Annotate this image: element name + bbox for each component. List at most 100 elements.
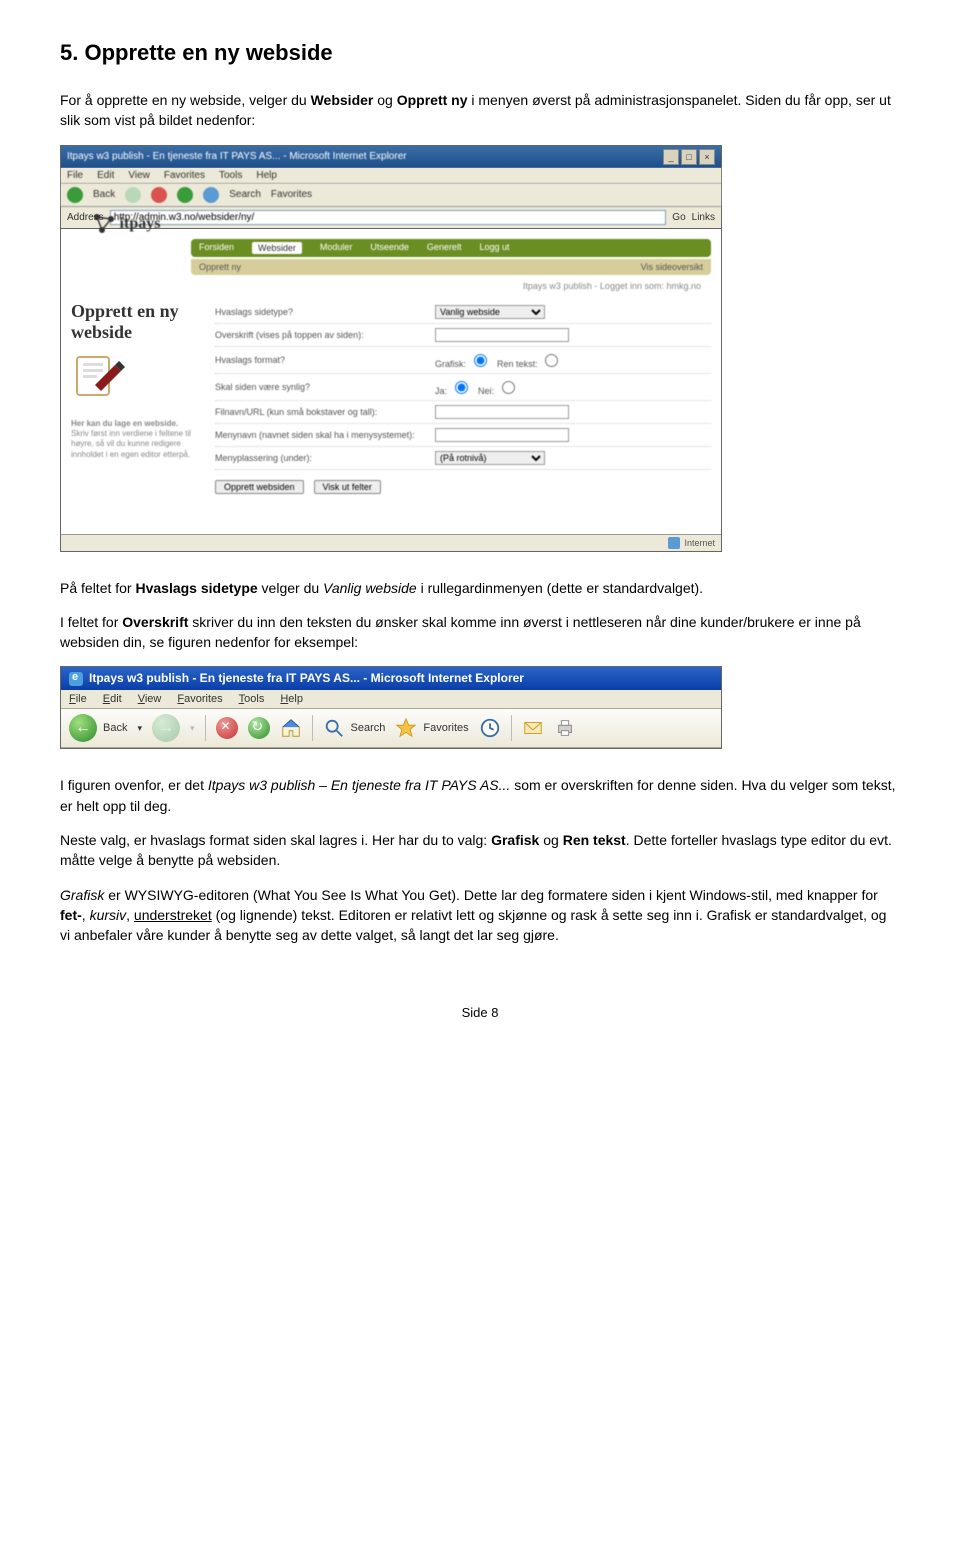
close-icon[interactable]: × (699, 149, 715, 165)
address-input[interactable] (110, 210, 667, 225)
maximize-icon[interactable]: □ (681, 149, 697, 165)
form-label: Skal siden være synlig? (215, 382, 435, 392)
hint-box: Her kan du lage en webside. Skriv først … (71, 419, 201, 461)
menynavn-input[interactable] (435, 428, 569, 442)
page-pencil-icon (71, 351, 131, 401)
text: Neste valg, er hvaslags format siden ska… (60, 832, 491, 848)
window-title: Itpays w3 publish - En tjeneste fra IT P… (89, 671, 524, 685)
paragraph-sidetype: På feltet for Hvaslags sidetype velger d… (60, 578, 900, 598)
print-icon[interactable] (554, 717, 576, 739)
page-footer: Side 8 (60, 1005, 900, 1020)
text-bold: fet- (60, 907, 82, 923)
nav-item[interactable]: Generelt (427, 242, 462, 254)
text-italic: Vanlig webside (323, 580, 417, 596)
menu-item[interactable]: Favorites (164, 170, 205, 181)
refresh-icon[interactable] (248, 717, 270, 739)
visk-ut-button[interactable]: Visk ut felter (314, 480, 381, 494)
intro-paragraph: For å opprette en ny webside, velger du … (60, 90, 900, 131)
panel-left: Opprett en ny webside Her kan du lage en… (71, 301, 201, 494)
sub-nav: Opprett ny Vis sideoversikt (191, 259, 711, 275)
nav-item[interactable]: Forsiden (199, 242, 234, 254)
text: og (373, 92, 396, 108)
back-label: Back (103, 722, 127, 734)
paragraph-format: Neste valg, er hvaslags format siden ska… (60, 830, 900, 871)
nav-item[interactable]: Logg ut (479, 242, 509, 254)
text: og (539, 832, 562, 848)
favorites-icon[interactable] (395, 717, 417, 739)
text-bold: Opprett ny (397, 92, 468, 108)
opprett-button[interactable]: Opprett websiden (215, 480, 304, 494)
paragraph-overskrift: I feltet for Overskrift skriver du inn d… (60, 612, 900, 653)
menu-tools[interactable]: Tools (239, 693, 265, 705)
menu-item[interactable]: Help (256, 170, 277, 181)
menubar: File Edit View Favorites Tools Help (61, 690, 721, 709)
menu-item[interactable]: Tools (219, 170, 242, 181)
text: , (126, 907, 134, 923)
text: For å opprette en ny webside, velger du (60, 92, 311, 108)
menu-edit[interactable]: Edit (103, 693, 122, 705)
internet-zone-icon (668, 537, 680, 549)
back-icon[interactable]: ← (69, 714, 97, 742)
menu-favorites[interactable]: Favorites (177, 693, 222, 705)
text: i rullegardinmenyen (dette er standardva… (417, 580, 703, 596)
form-label: Hvaslags sidetype? (215, 307, 435, 317)
home-icon[interactable] (280, 717, 302, 739)
menu-view[interactable]: View (138, 693, 162, 705)
status-text: Internet (684, 538, 715, 548)
logo: itpays (71, 199, 181, 249)
menyplassering-select[interactable]: (På rotnivå) (435, 451, 545, 465)
page-content: itpays Forsiden Websider Moduler Utseend… (61, 229, 721, 534)
nav-item[interactable]: Moduler (320, 242, 353, 254)
text-underline: understreket (134, 907, 212, 923)
go-button[interactable]: Go (672, 212, 685, 223)
filnavn-input[interactable] (435, 405, 569, 419)
minimize-icon[interactable]: _ (663, 149, 679, 165)
text: På feltet for (60, 580, 135, 596)
search-icon[interactable] (323, 717, 345, 739)
main-nav: Forsiden Websider Moduler Utseende Gener… (191, 239, 711, 257)
search-label: Search (351, 722, 386, 734)
subnav-item[interactable]: Opprett ny (199, 262, 241, 272)
menu-item[interactable]: View (128, 170, 150, 181)
menu-file[interactable]: File (69, 693, 87, 705)
menu-help[interactable]: Help (280, 693, 303, 705)
titlebar: Itpays w3 publish - En tjeneste fra IT P… (61, 667, 721, 690)
nav-item-active[interactable]: Websider (252, 242, 302, 254)
history-icon[interactable] (479, 717, 501, 739)
toolbar: ← Back ▾ → ▾ Search Favorites (61, 709, 721, 748)
menu-item[interactable]: File (67, 170, 83, 181)
format-radio-grafisk[interactable] (474, 354, 487, 367)
home-icon[interactable] (203, 187, 219, 203)
stop-icon[interactable] (216, 717, 238, 739)
paragraph-caption: I figuren ovenfor, er det Itpays w3 publ… (60, 775, 900, 816)
synlig-radio-nei[interactable] (502, 381, 515, 394)
links-label[interactable]: Links (692, 212, 715, 223)
section-heading: 5. Opprette en ny webside (60, 40, 900, 66)
text: , (82, 907, 90, 923)
paragraph-grafisk: Grafisk er WYSIWYG-editoren (What You Se… (60, 885, 900, 946)
forward-icon[interactable]: → (152, 714, 180, 742)
form-panel: Opprett en ny webside Her kan du lage en… (71, 301, 711, 494)
titlebar: Itpays w3 publish - En tjeneste fra IT P… (61, 146, 721, 168)
search-label[interactable]: Search (229, 189, 261, 200)
synlig-radio-ja[interactable] (455, 381, 468, 394)
text: I figuren ovenfor, er det (60, 777, 208, 793)
overskrift-input[interactable] (435, 328, 569, 342)
loggedin-text: Itpays w3 publish - Logget inn som: hmkg… (71, 281, 701, 291)
panel-right: Hvaslags sidetype?Vanlig webside Overskr… (215, 301, 711, 494)
menu-item[interactable]: Edit (97, 170, 114, 181)
nav-item[interactable]: Utseende (370, 242, 409, 254)
text-italic: kursiv (90, 907, 127, 923)
text-bold: Overskrift (122, 614, 188, 630)
mail-icon[interactable] (522, 717, 544, 739)
window-controls: _ □ × (663, 149, 715, 165)
favorites-label[interactable]: Favorites (271, 189, 312, 200)
form-label: Menynavn (navnet siden skal ha i menysys… (215, 430, 435, 440)
subnav-item[interactable]: Vis sideoversikt (641, 262, 703, 272)
text: velger du (258, 580, 323, 596)
text-italic: Itpays w3 publish – En tjeneste fra IT P… (208, 777, 510, 793)
menubar: File Edit View Favorites Tools Help (61, 168, 721, 184)
format-radio-rentekst[interactable] (545, 354, 558, 367)
text: I feltet for (60, 614, 122, 630)
sidetype-select[interactable]: Vanlig webside (435, 305, 545, 319)
